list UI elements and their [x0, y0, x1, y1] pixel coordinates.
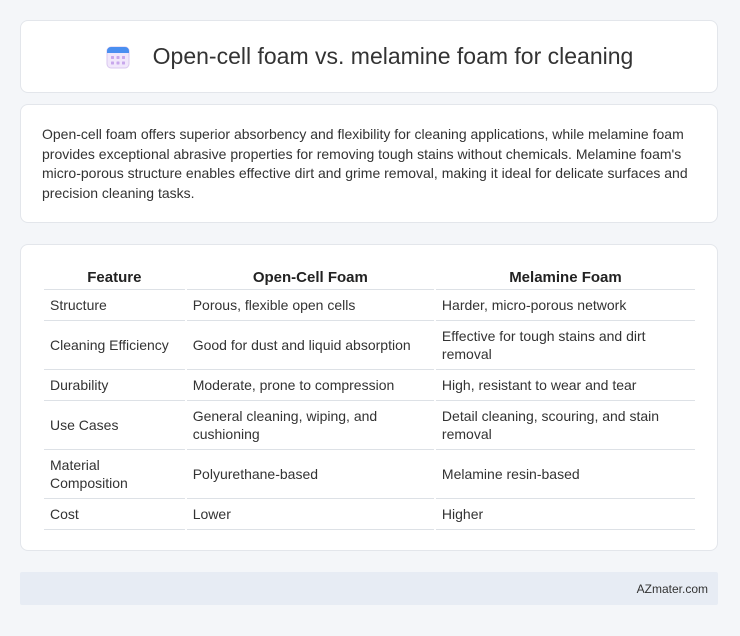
table-cell: General cleaning, wiping, and cushioning: [186, 401, 434, 450]
table-cell: Harder, micro-porous network: [435, 290, 695, 321]
column-header-melamine-foam: Melamine Foam: [435, 265, 695, 290]
table-row: Use Cases General cleaning, wiping, and …: [44, 401, 695, 450]
title-card: Open-cell foam vs. melamine foam for cle…: [20, 20, 718, 93]
calendar-icon: [106, 46, 130, 68]
table-cell: Lower: [186, 499, 434, 530]
table-cell: Cleaning Efficiency: [44, 321, 185, 370]
table-cell: Detail cleaning, scouring, and stain rem…: [435, 401, 695, 450]
table-cell: Polyurethane-based: [186, 450, 434, 499]
table-row: Structure Porous, flexible open cells Ha…: [44, 290, 695, 321]
description-card: Open-cell foam offers superior absorbenc…: [20, 104, 718, 223]
comparison-table-card: Feature Open-Cell Foam Melamine Foam Str…: [20, 244, 718, 551]
table-header-row: Feature Open-Cell Foam Melamine Foam: [44, 265, 695, 290]
comparison-table: Feature Open-Cell Foam Melamine Foam Str…: [42, 265, 697, 530]
footer: AZmater.com: [20, 572, 718, 605]
table-cell: High, resistant to wear and tear: [435, 370, 695, 401]
table-row: Cost Lower Higher: [44, 499, 695, 530]
column-header-open-cell-foam: Open-Cell Foam: [186, 265, 434, 290]
table-cell: Effective for tough stains and dirt remo…: [435, 321, 695, 370]
table-cell: Structure: [44, 290, 185, 321]
table-row: Cleaning Efficiency Good for dust and li…: [44, 321, 695, 370]
column-header-feature: Feature: [44, 265, 185, 290]
footer-brand: AZmater.com: [636, 581, 708, 596]
table-cell: Porous, flexible open cells: [186, 290, 434, 321]
table-row: Durability Moderate, prone to compressio…: [44, 370, 695, 401]
page-title: Open-cell foam vs. melamine foam for cle…: [152, 43, 634, 69]
table-cell: Moderate, prone to compression: [186, 370, 434, 401]
table-cell: Durability: [44, 370, 185, 401]
table-cell: Higher: [435, 499, 695, 530]
description-text: Open-cell foam offers superior absorbenc…: [42, 126, 688, 201]
table-cell: Melamine resin-based: [435, 450, 695, 499]
table-cell: Use Cases: [44, 401, 185, 450]
table-cell: Cost: [44, 499, 185, 530]
table-row: Material Composition Polyurethane-based …: [44, 450, 695, 499]
table-cell: Material Composition: [44, 450, 185, 499]
table-cell: Good for dust and liquid absorption: [186, 321, 434, 370]
